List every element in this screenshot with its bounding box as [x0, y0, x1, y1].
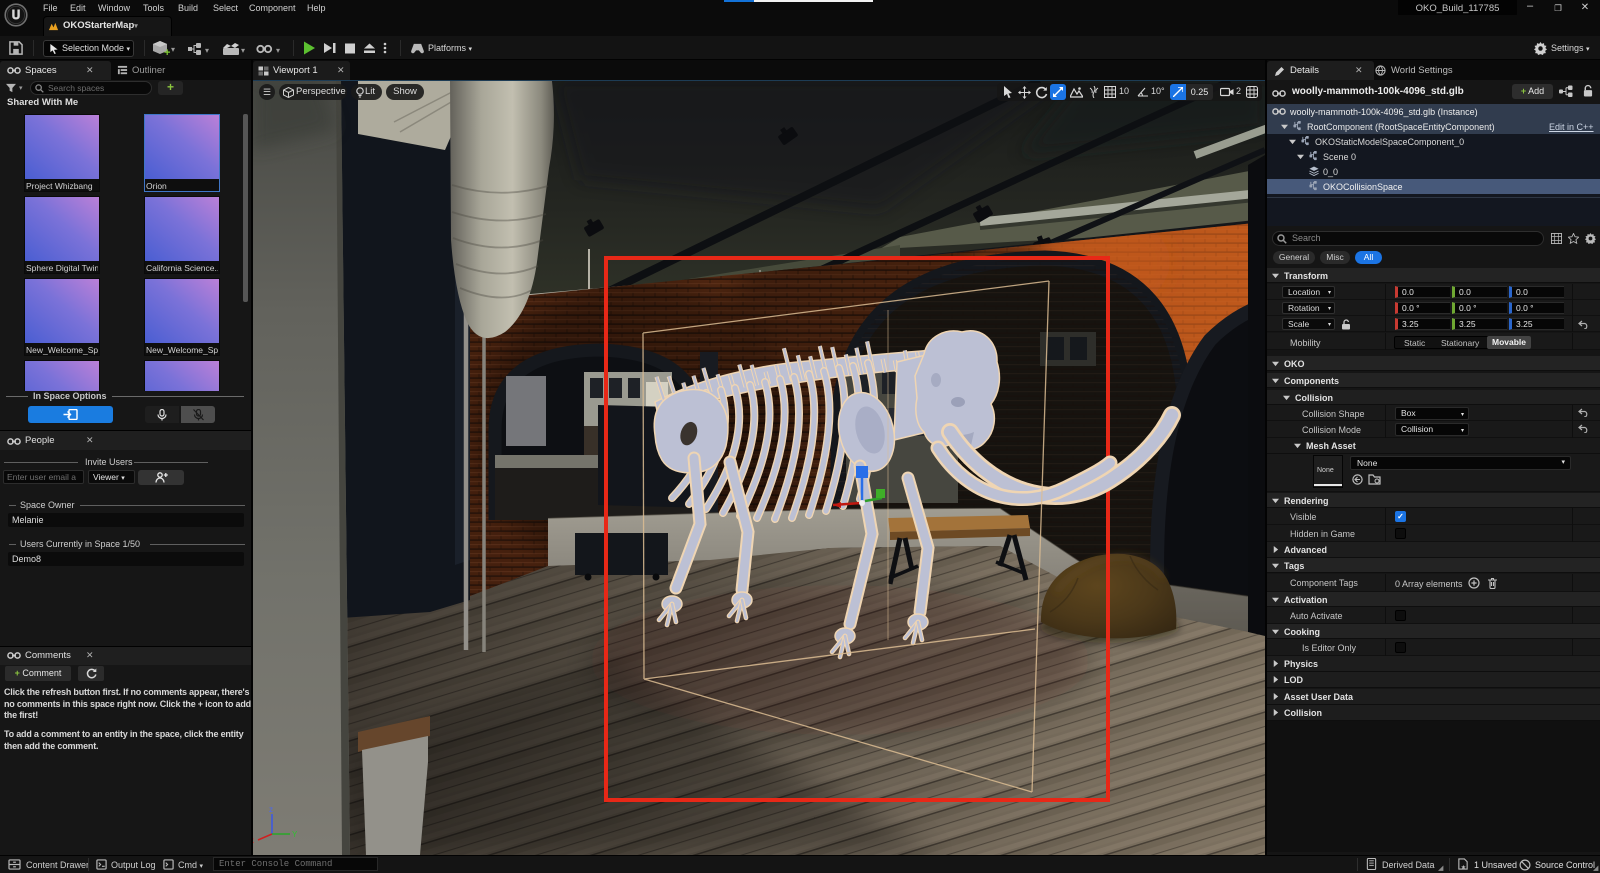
svg-text:+: + — [164, 47, 170, 57]
svg-text:▾: ▾ — [171, 45, 175, 54]
svg-text:Y: Y — [292, 830, 298, 839]
svg-text:▾: ▾ — [205, 46, 209, 55]
svg-text:▾: ▾ — [276, 46, 280, 55]
svg-text:x: x — [253, 836, 254, 845]
svg-text:▾: ▾ — [241, 46, 245, 55]
svg-text:z: z — [269, 805, 273, 814]
